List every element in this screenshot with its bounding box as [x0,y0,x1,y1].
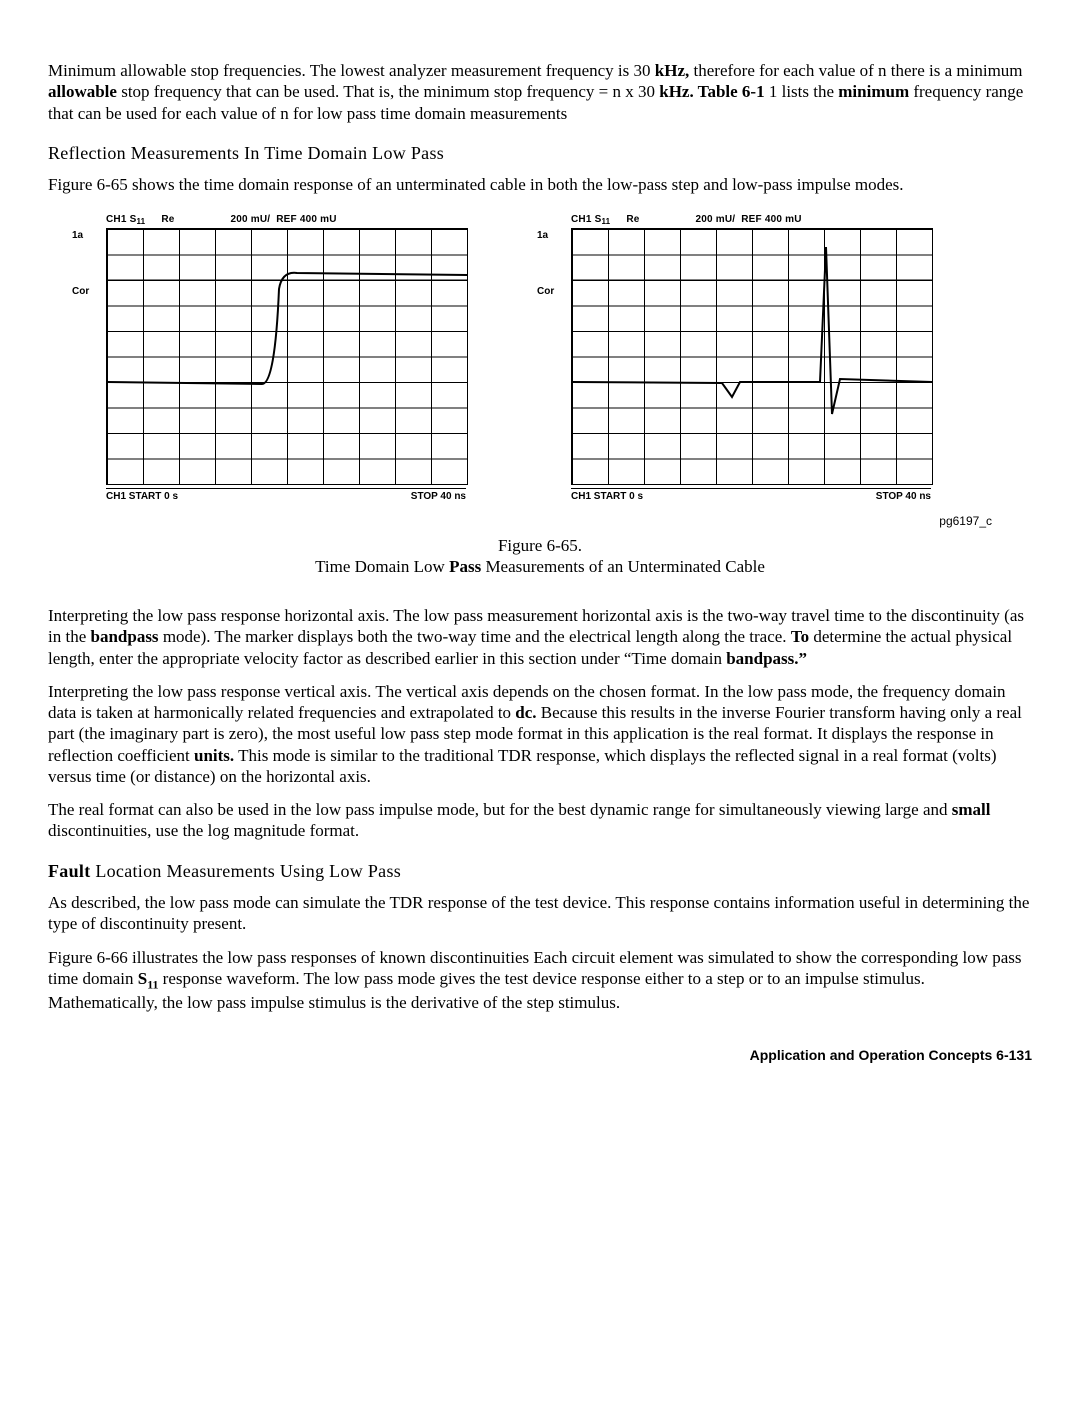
trace-impulse [572,229,932,484]
scale-label: 200 mU/ [231,214,271,227]
page-footer: Application and Operation Concepts 6-131 [48,1047,1032,1065]
bold: kHz, [655,61,689,80]
bold: small [952,800,991,819]
bold: dc. [515,703,536,722]
scale-label: 200 mU/ [696,214,736,227]
cor-label: Cor [537,286,554,299]
s11-symbol: S11 [138,969,159,988]
start-label: CH1 START 0 s [571,491,643,504]
bold: bandpass [91,627,159,646]
bold: units. [194,746,234,765]
plot-grid [106,228,468,485]
bold: Pass [449,557,481,576]
plot-header: CH1 S11 Re 200 mU/ REF 400 mU [571,214,932,227]
stop-label: STOP 40 ns [876,491,931,504]
stop-label: STOP 40 ns [411,491,466,504]
text: mode). The marker displays both the two-… [159,627,791,646]
bold: kHz. Table 6-1 [659,82,764,101]
heading-fault: Fault Location Measurements Using Low Pa… [48,860,1032,883]
caption-text: Time Domain Low [315,557,449,576]
text: stop frequency that can be used. That is… [117,82,659,101]
side-label-1a: 1a [537,230,548,243]
paragraph-fault-2: Figure 6-66 illustrates the low pass res… [48,947,1032,1014]
text: therefore for each value of n there is a… [689,61,1022,80]
ch-label: CH1 S11 [571,214,610,227]
figure-caption: Figure 6-65. Time Domain Low Pass Measur… [48,535,1032,578]
text: Minimum allowable stop frequencies. The … [48,61,655,80]
caption-number: Figure 6-65. [498,536,582,555]
bold: To [791,627,809,646]
start-label: CH1 START 0 s [106,491,178,504]
plot-footer: CH1 START 0 s STOP 40 ns [106,488,466,504]
bold: Fault [48,861,91,881]
bold: allowable [48,82,117,101]
cor-label: Cor [72,286,89,299]
caption-text: Measurements of an Unterminated Cable [481,557,765,576]
plot-header: CH1 S11 Re 200 mU/ REF 400 mU [106,214,467,227]
ch-label: CH1 S11 [106,214,145,227]
figure-6-65: CH1 S11 Re 200 mU/ REF 400 mU 1a Cor CH1… [72,214,1032,504]
ref-label: REF 400 mU [741,214,801,227]
text: 1 lists the [765,82,839,101]
text: response waveform. The low pass mode giv… [48,969,925,1012]
bold: minimum [838,82,909,101]
figure-source-tag: pg6197_c [48,514,992,529]
text: The real format can also be used in the … [48,800,952,819]
plot-impulse: CH1 S11 Re 200 mU/ REF 400 mU 1a Cor CH1… [537,214,932,504]
plot-step: CH1 S11 Re 200 mU/ REF 400 mU 1a Cor CH1… [72,214,467,504]
plot-grid [571,228,933,485]
plot-body: 1a Cor [72,228,467,485]
text: Location Measurements Using Low Pass [91,861,402,881]
re-label: Re [626,214,639,227]
text: discontinuities, use the log magnitude f… [48,821,359,840]
paragraph-min-stop: Minimum allowable stop frequencies. The … [48,60,1032,124]
paragraph-vertical-axis: Interpreting the low pass response verti… [48,681,1032,787]
heading-reflection: Reflection Measurements In Time Domain L… [48,142,1032,165]
trace-step [107,229,467,484]
ref-label: REF 400 mU [276,214,336,227]
paragraph-real-format: The real format can also be used in the … [48,799,1032,842]
plot-footer: CH1 START 0 s STOP 40 ns [571,488,931,504]
side-label-1a: 1a [72,230,83,243]
paragraph-horizontal-axis: Interpreting the low pass response horiz… [48,605,1032,669]
re-label: Re [161,214,174,227]
plot-body: 1a Cor [537,228,932,485]
bold: bandpass.” [726,649,807,668]
paragraph-fault-1: As described, the low pass mode can simu… [48,892,1032,935]
paragraph-fig-intro: Figure 6-65 shows the time domain respon… [48,174,1032,195]
